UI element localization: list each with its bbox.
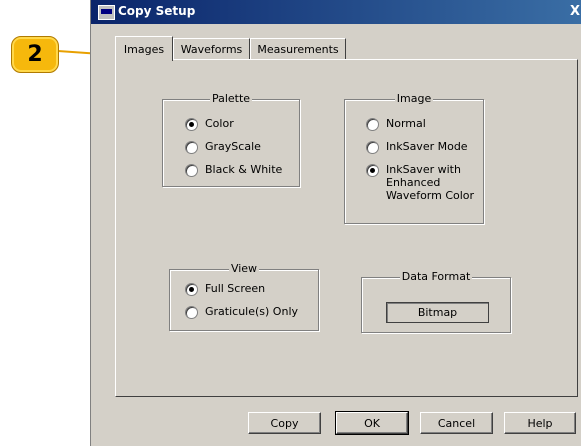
palette-legend: Palette	[209, 92, 253, 105]
close-icon[interactable]: X	[570, 4, 581, 19]
tab-images[interactable]: Images	[115, 36, 173, 61]
view-option-full-screen[interactable]: Full Screen	[185, 282, 265, 296]
images-tab-panel: Palette Color GrayScale Black & White Im…	[115, 59, 578, 397]
radio-button[interactable]	[185, 283, 198, 296]
callout-badge: 2	[11, 36, 59, 73]
option-label: Normal	[386, 117, 426, 130]
data-format-group: Data Format Bitmap	[361, 270, 511, 333]
view-legend: View	[228, 262, 260, 275]
cancel-button[interactable]: Cancel	[420, 412, 493, 434]
option-label: GrayScale	[205, 140, 261, 153]
radio-button[interactable]	[185, 306, 198, 319]
radio-button[interactable]	[185, 118, 198, 131]
tab-label: Waveforms	[180, 42, 243, 56]
radio-button[interactable]	[366, 118, 379, 131]
option-label: InkSaver Mode	[386, 140, 468, 153]
radio-button[interactable]	[185, 164, 198, 177]
tab-label: Measurements	[257, 42, 339, 56]
image-legend: Image	[394, 92, 434, 105]
image-option-normal[interactable]: Normal	[366, 117, 426, 131]
option-label: Full Screen	[205, 282, 266, 295]
image-option-inksaver-enhanced[interactable]: InkSaver with Enhanced Waveform Color	[366, 163, 474, 202]
radio-button[interactable]	[185, 141, 198, 154]
palette-option-color[interactable]: Color	[185, 117, 234, 131]
tab-waveforms[interactable]: Waveforms	[173, 38, 250, 59]
view-group: View Full Screen Graticule(s) Only	[169, 262, 319, 331]
option-label: Black & White	[205, 163, 283, 176]
app-icon	[98, 5, 115, 20]
help-button[interactable]: Help	[504, 412, 576, 434]
image-group: Image Normal InkSaver Mode InkSaver with…	[344, 92, 484, 224]
palette-option-grayscale[interactable]: GrayScale	[185, 140, 261, 154]
copy-setup-dialog: Copy Setup X Images Waveforms Measuremen…	[90, 0, 581, 446]
option-label: Color	[205, 117, 234, 130]
radio-button[interactable]	[366, 141, 379, 154]
ok-button[interactable]: OK	[335, 411, 409, 435]
copy-button[interactable]: Copy	[248, 412, 321, 434]
window-title: Copy Setup	[118, 4, 196, 18]
image-option-inksaver-mode[interactable]: InkSaver Mode	[366, 140, 468, 154]
palette-option-black-white[interactable]: Black & White	[185, 163, 282, 177]
view-option-graticules-only[interactable]: Graticule(s) Only	[185, 305, 298, 319]
data-format-value: Bitmap	[386, 302, 489, 323]
tab-measurements[interactable]: Measurements	[250, 38, 346, 59]
tab-label: Images	[123, 42, 165, 56]
title-bar: Copy Setup X	[91, 0, 581, 24]
option-label: InkSaver with Enhanced Waveform Color	[386, 163, 475, 202]
radio-button[interactable]	[366, 164, 379, 177]
option-label: Graticule(s) Only	[205, 305, 299, 318]
data-format-legend: Data Format	[399, 270, 473, 283]
palette-group: Palette Color GrayScale Black & White	[162, 92, 300, 187]
